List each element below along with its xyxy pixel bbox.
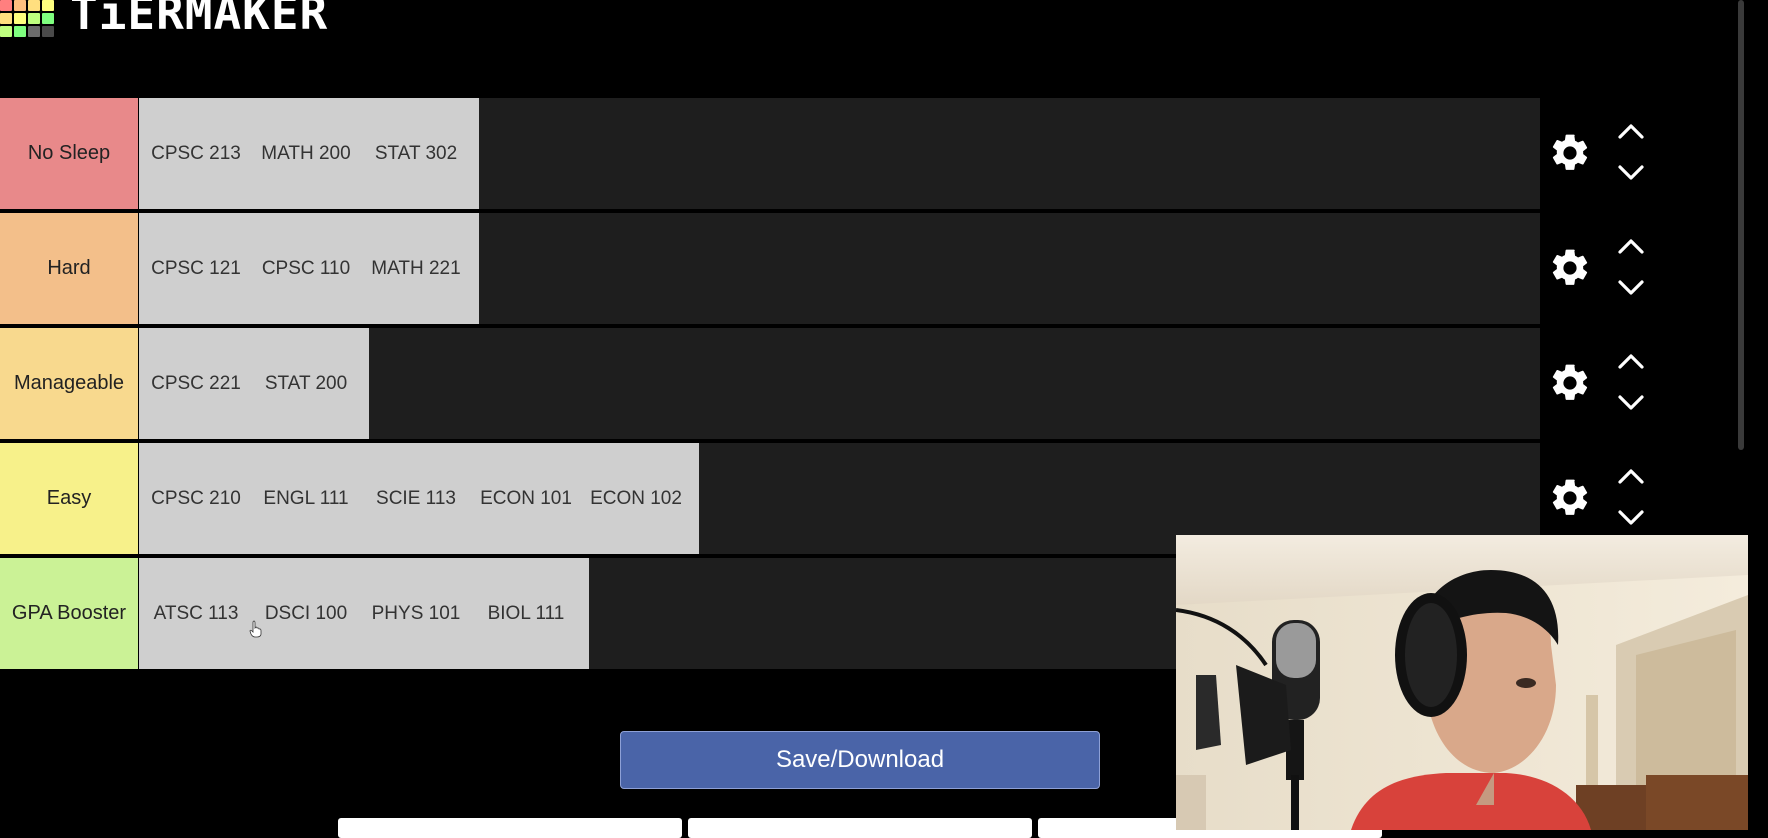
tier-row: Manageable CPSC 221 STAT 200: [0, 328, 1650, 443]
bottom-button-1[interactable]: [338, 818, 682, 838]
chevron-down-icon[interactable]: [1617, 164, 1645, 182]
chevron-up-icon[interactable]: [1617, 352, 1645, 370]
tier-item[interactable]: ECON 101: [471, 443, 581, 554]
webcam-overlay: [1176, 535, 1748, 830]
gear-icon[interactable]: [1548, 246, 1592, 290]
tier-item[interactable]: STAT 200: [251, 328, 361, 439]
tier-item[interactable]: CPSC 121: [141, 213, 251, 324]
tier-item[interactable]: DSCI 100: [251, 558, 361, 669]
tier-items-group: CPSC 121 CPSC 110 MATH 221: [139, 213, 479, 324]
tier-items-group: CPSC 210 ENGL 111 SCIE 113 ECON 101 ECON 102: [139, 443, 699, 554]
tier-items-group: ATSC 113 DSCI 100 PHYS 101 BIOL 111: [139, 558, 589, 669]
tier-item[interactable]: BIOL 111: [471, 558, 581, 669]
hand-cursor-icon: [249, 620, 262, 638]
tier-item[interactable]: SCIE 113: [361, 443, 471, 554]
tier-item[interactable]: ECON 102: [581, 443, 691, 554]
tier-item[interactable]: ATSC 113: [141, 558, 251, 669]
chevron-down-icon[interactable]: [1617, 394, 1645, 412]
gear-icon[interactable]: [1548, 131, 1592, 175]
chevron-down-icon[interactable]: [1617, 279, 1645, 297]
tier-controls: [1540, 98, 1650, 209]
chevron-up-icon[interactable]: [1617, 467, 1645, 485]
tier-drop-zone[interactable]: CPSC 213 MATH 200 STAT 302: [139, 98, 1540, 209]
tier-row: No Sleep CPSC 213 MATH 200 STAT 302: [0, 98, 1650, 213]
tier-drop-zone[interactable]: CPSC 221 STAT 200: [139, 328, 1540, 439]
logo-wordmark: TiERMAKER: [70, 0, 329, 40]
tier-row: Hard CPSC 121 CPSC 110 MATH 221: [0, 213, 1650, 328]
tier-item[interactable]: PHYS 101: [361, 558, 471, 669]
tier-item[interactable]: MATH 200: [251, 98, 361, 209]
logo-grid-icon: [0, 0, 62, 40]
tier-label[interactable]: Manageable: [0, 328, 139, 439]
tier-drop-zone[interactable]: CPSC 121 CPSC 110 MATH 221: [139, 213, 1540, 324]
tier-label[interactable]: Hard: [0, 213, 139, 324]
chevron-down-icon[interactable]: [1617, 509, 1645, 527]
tier-item[interactable]: MATH 221: [361, 213, 471, 324]
tier-item[interactable]: CPSC 110: [251, 213, 361, 324]
tier-item[interactable]: CPSC 221: [141, 328, 251, 439]
gear-icon[interactable]: [1548, 361, 1592, 405]
tier-items-group: CPSC 213 MATH 200 STAT 302: [139, 98, 479, 209]
scrollbar-thumb[interactable]: [1738, 0, 1744, 450]
tier-item[interactable]: CPSC 210: [141, 443, 251, 554]
gear-icon[interactable]: [1548, 476, 1592, 520]
tier-label[interactable]: No Sleep: [0, 98, 139, 209]
tier-item[interactable]: STAT 302: [361, 98, 471, 209]
chevron-up-icon[interactable]: [1617, 237, 1645, 255]
webcam-video-image: [1176, 535, 1748, 830]
save-download-button[interactable]: Save/Download: [620, 731, 1100, 789]
tier-controls: [1540, 328, 1650, 439]
tier-item[interactable]: CPSC 213: [141, 98, 251, 209]
tier-label[interactable]: GPA Booster: [0, 558, 139, 669]
tier-controls: [1540, 213, 1650, 324]
tier-items-group: CPSC 221 STAT 200: [139, 328, 369, 439]
tier-label[interactable]: Easy: [0, 443, 139, 554]
chevron-up-icon[interactable]: [1617, 122, 1645, 140]
bottom-button-2[interactable]: [688, 818, 1032, 838]
tier-item[interactable]: ENGL 111: [251, 443, 361, 554]
